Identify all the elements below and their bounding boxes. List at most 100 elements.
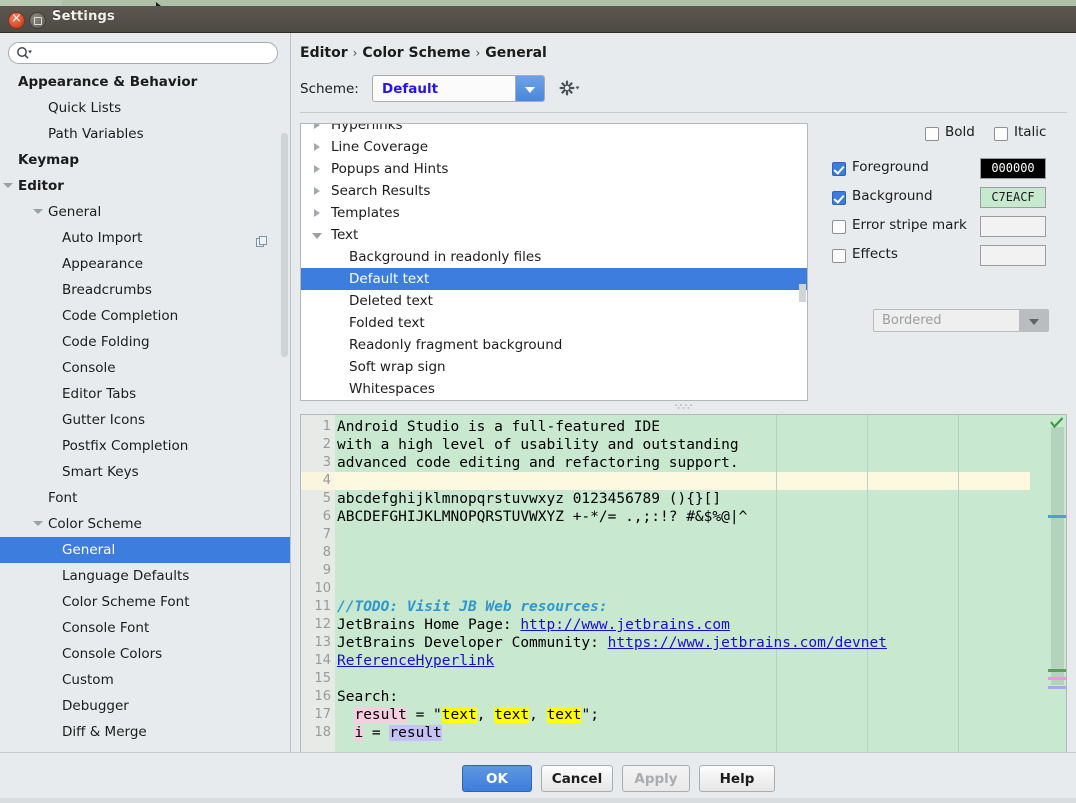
sidebar-item-code-completion[interactable]: Code Completion (0, 303, 290, 329)
attribute-label: Folded text (349, 315, 425, 331)
breadcrumb-part[interactable]: Editor (300, 45, 348, 61)
attribute-row[interactable]: Line Coverage (301, 136, 807, 158)
chevron-right-icon[interactable] (311, 124, 325, 136)
error-stripe-mark[interactable] (1048, 677, 1066, 680)
sidebar-item-debugger[interactable]: Debugger (0, 693, 290, 719)
attribute-row[interactable]: Deleted text (301, 290, 807, 312)
sidebar-item-label: Custom (62, 672, 114, 688)
italic-checkbox[interactable] (994, 127, 1008, 141)
attribute-row[interactable]: Templates (301, 202, 807, 224)
sidebar-item-breadcrumbs[interactable]: Breadcrumbs (0, 277, 290, 303)
sidebar-item-label: Editor (18, 178, 64, 194)
sidebar-item-color-scheme[interactable]: Color Scheme (0, 511, 290, 537)
effects-checkbox[interactable] (832, 249, 846, 263)
attribute-row[interactable]: Hyperlinks (301, 124, 807, 136)
inspection-ok-icon[interactable] (1050, 417, 1064, 429)
chevron-right-icon[interactable] (311, 202, 325, 224)
error-stripe-mark[interactable] (1048, 669, 1066, 672)
background-checkbox[interactable] (832, 191, 846, 205)
sidebar-item-font[interactable]: Font (0, 485, 290, 511)
code-token: abcdefghijklmnopqrstuvwxyz 0123456789 ()… (337, 491, 722, 507)
chevron-down-icon[interactable] (311, 224, 325, 246)
foreground-color-swatch[interactable]: 000000 (980, 158, 1046, 179)
sidebar-item-editor[interactable]: Editor (0, 173, 290, 199)
sidebar-item-general[interactable]: General (0, 199, 290, 225)
close-icon[interactable] (8, 10, 25, 29)
sidebar-item-diff-merge[interactable]: Diff & Merge (0, 719, 290, 745)
sidebar-item-quick-lists[interactable]: Quick Lists (0, 95, 290, 121)
attribute-row[interactable]: Readonly fragment background (301, 334, 807, 356)
chevron-down-icon[interactable] (32, 199, 44, 225)
scheme-dropdown[interactable]: Default (372, 75, 545, 102)
copy-icon (256, 231, 268, 247)
attribute-row[interactable]: Background in readonly files (301, 246, 807, 268)
help-button[interactable]: Help (699, 765, 775, 792)
splitter-handle[interactable] (673, 403, 697, 410)
sidebar-scrollbar[interactable] (281, 133, 288, 357)
window-content: Appearance & Behavior Quick Lists Path Var… (0, 33, 1076, 803)
chevron-right-icon[interactable] (311, 136, 325, 158)
sidebar-item-path-variables[interactable]: Path Variables (0, 121, 290, 147)
sidebar-item-language-defaults[interactable]: Language Defaults (0, 563, 290, 589)
effects-color-swatch[interactable] (980, 245, 1046, 266)
sidebar-item-color-scheme-font[interactable]: Color Scheme Font (0, 589, 290, 615)
sidebar-item-keymap[interactable]: Keymap (0, 147, 290, 173)
window-titlebar: Settings (0, 6, 1076, 33)
error-stripe-panel[interactable] (1048, 415, 1066, 765)
preview-scrollbar-thumb[interactable] (1051, 427, 1064, 685)
code-token: http://www.jetbrains.com (520, 617, 730, 633)
sidebar-item-label: Smart Keys (62, 464, 139, 480)
chevron-down-icon[interactable] (32, 511, 44, 537)
settings-tree[interactable]: Appearance & Behavior Quick Lists Path Var… (0, 69, 290, 745)
preview-code-area[interactable]: Android Studio is a full-featured IDE wit… (335, 415, 1048, 765)
chevron-right-icon[interactable] (311, 158, 325, 180)
sidebar-item-label: Console (62, 360, 116, 376)
code-line: result = "text, text, text"; (337, 706, 599, 724)
sidebar-item-code-folding[interactable]: Code Folding (0, 329, 290, 355)
chevron-down-icon[interactable] (2, 173, 14, 199)
sidebar-item-auto-import[interactable]: Auto Import (0, 225, 290, 251)
sidebar-item-smart-keys[interactable]: Smart Keys (0, 459, 290, 485)
error-stripe-mark[interactable] (1048, 686, 1066, 689)
cancel-button[interactable]: Cancel (541, 765, 613, 792)
sidebar-item-console-font[interactable]: Console Font (0, 615, 290, 641)
search-input[interactable] (8, 42, 278, 64)
search-icon[interactable] (16, 46, 32, 60)
attribute-row[interactable]: Default text (301, 268, 807, 290)
chevron-down-icon[interactable] (515, 76, 544, 101)
color-attribute-list[interactable]: Hyperlinks Line Coverage Popups and Hints S… (300, 123, 808, 401)
attribute-row[interactable]: Search Results (301, 180, 807, 202)
sidebar-item-console-colors[interactable]: Console Colors (0, 641, 290, 667)
attribute-row[interactable]: Folded text (301, 312, 807, 334)
chevron-right-icon[interactable] (311, 180, 325, 202)
sidebar-item-general[interactable]: General (0, 537, 290, 563)
error-stripe-mark-checkbox[interactable] (832, 220, 846, 234)
gear-icon[interactable] (558, 79, 580, 97)
sidebar-item-gutter-icons[interactable]: Gutter Icons (0, 407, 290, 433)
sidebar-item-editor-tabs[interactable]: Editor Tabs (0, 381, 290, 407)
sidebar-item-custom[interactable]: Custom (0, 667, 290, 693)
breadcrumb-part[interactable]: General (485, 45, 547, 61)
ok-button[interactable]: OK (462, 765, 532, 792)
line-number: 4 (322, 473, 331, 488)
color-preview-editor[interactable]: 1 2 3 4 5 6 7 8 9 10 11 12 13 14 15 16 17 18 Android Stud… (300, 414, 1067, 766)
attribute-row[interactable]: Whitespaces (301, 378, 807, 400)
search-field-wrapper[interactable] (8, 42, 278, 64)
sidebar-item-postfix-completion[interactable]: Postfix Completion (0, 433, 290, 459)
error-stripe-mark[interactable] (1048, 515, 1066, 518)
chevron-down-icon[interactable] (1019, 310, 1048, 331)
bold-checkbox[interactable] (925, 127, 939, 141)
maximize-icon[interactable] (29, 12, 46, 29)
sidebar-item-appearance-behavior[interactable]: Appearance & Behavior (0, 69, 290, 95)
attribute-list-scrollbar[interactable] (799, 284, 806, 302)
sidebar-item-console[interactable]: Console (0, 355, 290, 381)
effect-type-dropdown[interactable]: Bordered (873, 309, 1049, 332)
breadcrumb-part[interactable]: Color Scheme (362, 45, 470, 61)
attribute-row[interactable]: Popups and Hints (301, 158, 807, 180)
foreground-checkbox[interactable] (832, 162, 846, 176)
attribute-row[interactable]: Soft wrap sign (301, 356, 807, 378)
error-stripe-color-swatch[interactable] (980, 216, 1046, 237)
background-color-swatch[interactable]: C7EACF (980, 187, 1046, 208)
attribute-row[interactable]: Text (301, 224, 807, 246)
sidebar-item-appearance[interactable]: Appearance (0, 251, 290, 277)
